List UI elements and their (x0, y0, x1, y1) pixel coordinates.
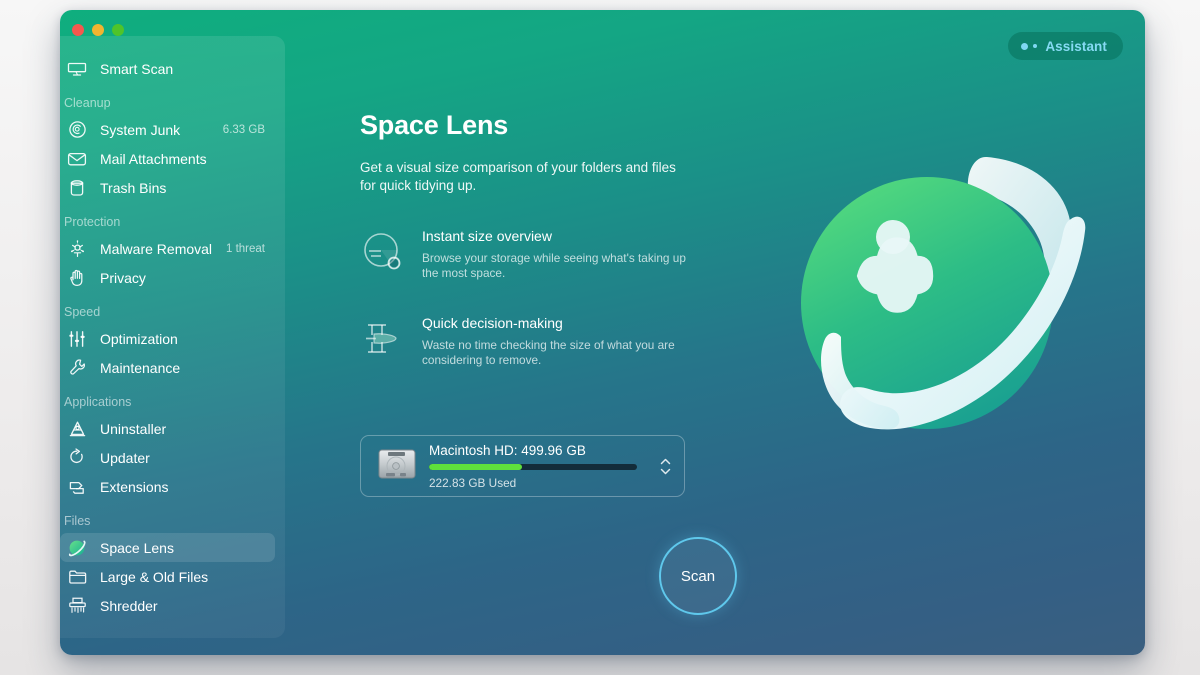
sidebar-item-label: Uninstaller (100, 420, 167, 437)
feature-item: Instant size overview Browse your storag… (360, 227, 740, 281)
hard-drive-icon (375, 445, 419, 488)
sidebar-item-space-lens[interactable]: Space Lens (60, 533, 275, 562)
sidebar-item-malware-removal[interactable]: Malware Removal 1 threat (60, 234, 275, 263)
sidebar-section-label: Speed (64, 305, 101, 319)
sidebar-item-label: Privacy (100, 269, 146, 286)
feature-title: Quick decision-making (422, 315, 563, 331)
sidebar-item-label: Mail Attachments (100, 150, 207, 167)
disk-name: Macintosh HD: 499.96 GB (429, 442, 586, 458)
sidebar-item-mail-attachments[interactable]: Mail Attachments (60, 144, 275, 173)
sidebar-section-label: Applications (64, 395, 132, 409)
sidebar-item-maintenance[interactable]: Maintenance (60, 353, 275, 382)
feature-item: Quick decision-making Waste no time chec… (360, 314, 740, 368)
feature-desc: Browse your storage while seeing what's … (422, 251, 686, 280)
mail-icon (64, 148, 90, 170)
page-title: Space Lens (360, 110, 509, 140)
screen: Assistant Smart Scan Cleanup System Junk 6.… (0, 0, 1200, 675)
disk-selector[interactable]: Macintosh HD: 499.96 GB 222.83 GB Used (360, 435, 685, 497)
sidebar-section-label: Files (64, 514, 91, 528)
sidebar-item-meta: 6.33 GB (222, 123, 265, 136)
folder-icon (64, 566, 90, 588)
main-content: Space Lens Get a visual size comparison … (360, 110, 740, 401)
sidebar-item-label: Updater (100, 449, 150, 466)
feature-title: Instant size overview (422, 228, 552, 244)
sidebar-item-label: Shredder (100, 597, 158, 614)
sidebar-item-label: Smart Scan (100, 60, 174, 77)
sidebar: Smart Scan Cleanup System Junk 6.33 GB Mail … (60, 36, 285, 638)
sidebar-item-label: Malware Removal (100, 240, 213, 257)
hand-icon (64, 267, 90, 289)
sidebar-item-label: Large & Old Files (100, 568, 209, 585)
sidebar-section-label: Cleanup (64, 96, 111, 110)
disk-usage-bar (429, 463, 637, 470)
sidebar-item-updater[interactable]: Updater (60, 443, 275, 472)
up-down-stepper[interactable] (654, 458, 676, 475)
display-icon (64, 58, 90, 80)
space-lens-planet-illustration (775, 135, 1105, 470)
zoom-icon[interactable] (112, 24, 124, 36)
window-controls (72, 24, 124, 36)
sliders-icon (64, 328, 90, 350)
sidebar-item-optimization[interactable]: Optimization (60, 324, 275, 353)
sidebar-item-label: Maintenance (100, 359, 181, 376)
scan-label: Scan (680, 567, 716, 585)
updater-icon (64, 447, 90, 469)
sidebar-section-label: Protection (64, 215, 121, 229)
sidebar-item-label: Space Lens (100, 539, 174, 556)
planet-icon (64, 537, 90, 559)
wrench-icon (64, 357, 90, 379)
disk-info: Macintosh HD: 499.96 GB 222.83 GB Used (429, 443, 654, 490)
sidebar-item-label: Trash Bins (100, 179, 167, 196)
assistant-label: Assistant (1045, 38, 1107, 54)
extensions-icon (64, 476, 90, 498)
sidebar-nav: Smart Scan Cleanup System Junk 6.33 GB Mail … (60, 54, 285, 620)
sidebar-item-label: Extensions (100, 478, 169, 495)
junk-icon (64, 119, 90, 141)
sidebar-item-extensions[interactable]: Extensions (60, 472, 275, 501)
assistant-button[interactable]: Assistant (1008, 32, 1123, 60)
sidebar-item-uninstaller[interactable]: Uninstaller (60, 414, 275, 443)
assistant-dots-icon (1021, 42, 1038, 50)
shredder-icon (64, 595, 90, 617)
app-window: Assistant Smart Scan Cleanup System Junk 6.… (60, 10, 1145, 655)
scan-button[interactable]: Scan (659, 537, 737, 615)
minimize-icon[interactable] (92, 24, 104, 36)
sidebar-item-meta: 1 threat (226, 242, 265, 255)
sidebar-item-label: System Junk (100, 121, 181, 138)
biohazard-icon (64, 238, 90, 260)
sidebar-item-label: Optimization (100, 330, 178, 347)
close-icon[interactable] (72, 24, 84, 36)
feature-desc: Waste no time checking the size of what … (422, 338, 675, 367)
scale-icon (360, 314, 422, 368)
sidebar-item-privacy[interactable]: Privacy (60, 263, 275, 292)
uninstaller-icon (64, 418, 90, 440)
sidebar-item-smart-scan[interactable]: Smart Scan (60, 54, 275, 83)
page-subtitle: Get a visual size comparison of your fol… (360, 160, 676, 193)
sidebar-item-large-old-files[interactable]: Large & Old Files (60, 562, 275, 591)
sidebar-item-trash-bins[interactable]: Trash Bins (60, 173, 275, 202)
sidebar-item-system-junk[interactable]: System Junk 6.33 GB (60, 115, 275, 144)
disk-used-label: 222.83 GB Used (429, 475, 517, 490)
trash-icon (64, 177, 90, 199)
disk-usage-fill (429, 463, 522, 470)
pie-magnifier-icon (360, 227, 422, 281)
sidebar-item-shredder[interactable]: Shredder (60, 591, 275, 620)
